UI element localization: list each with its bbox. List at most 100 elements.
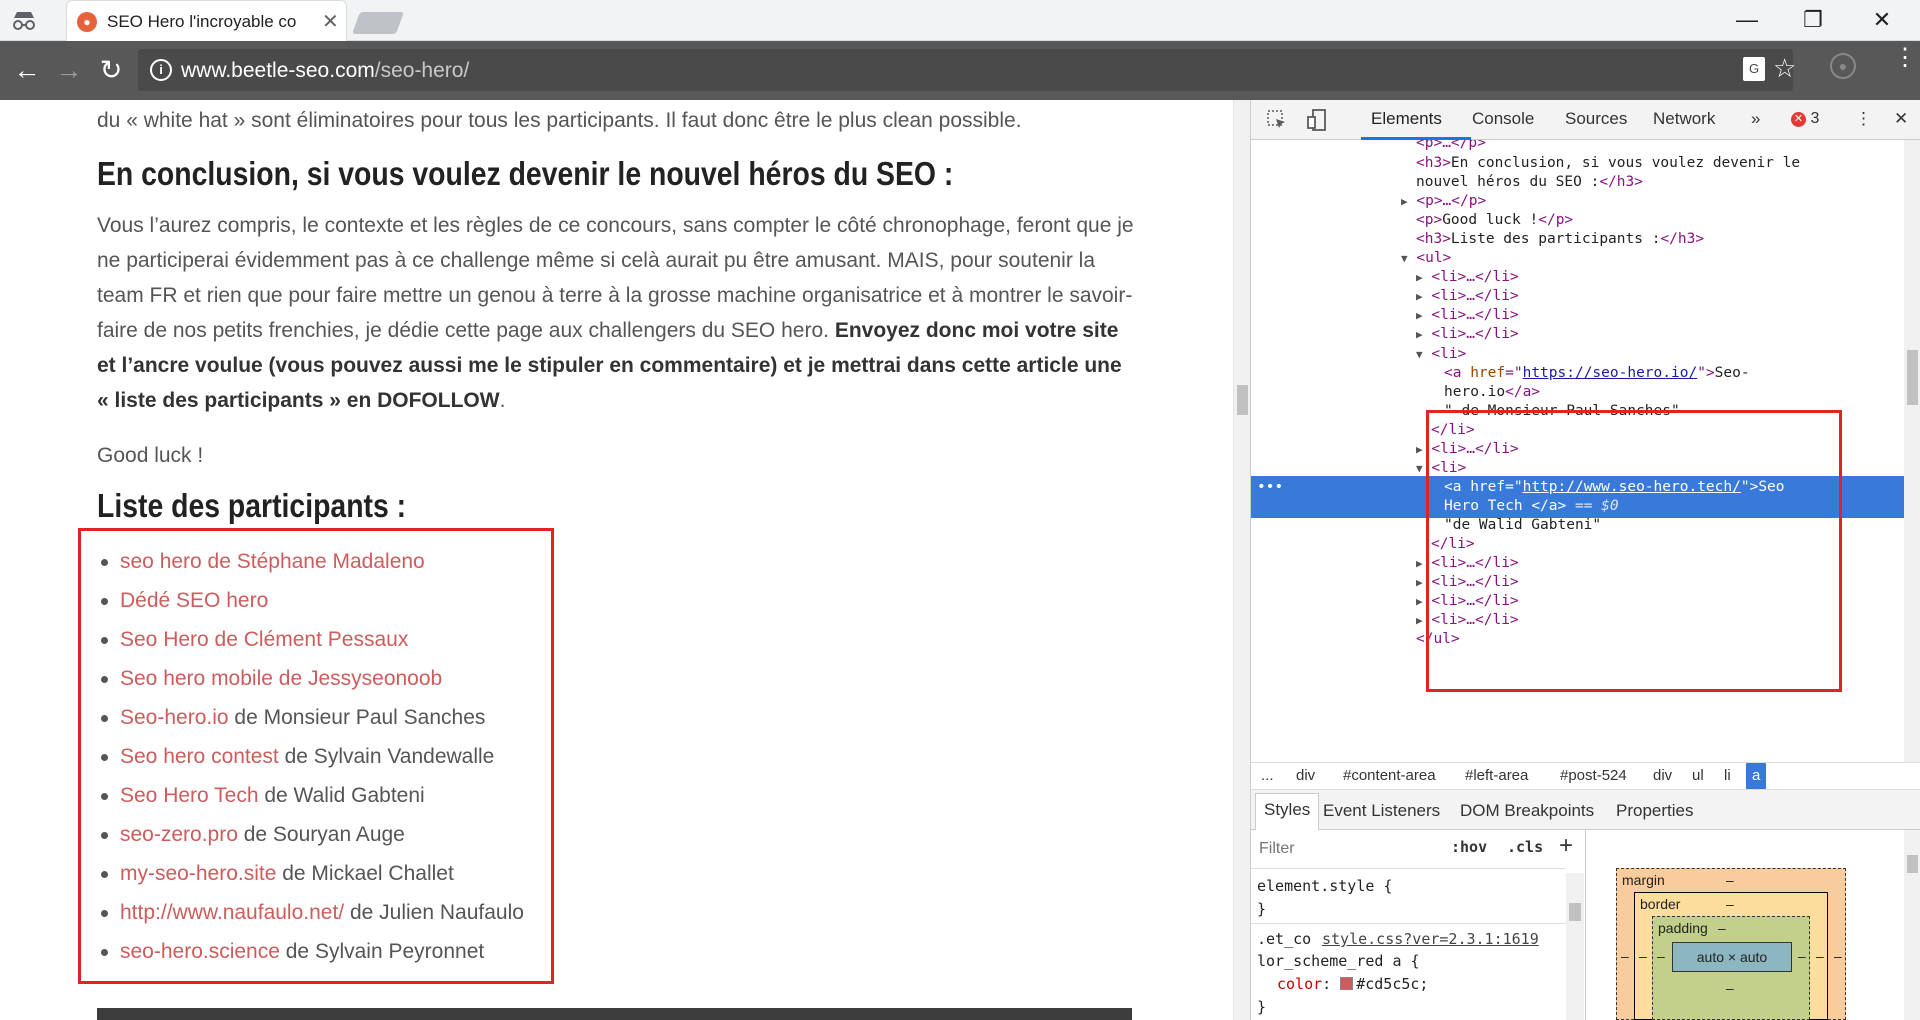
device-toolbar-icon[interactable] bbox=[1305, 108, 1329, 132]
styles-scrollbar[interactable] bbox=[1566, 873, 1584, 1020]
tab-properties[interactable]: Properties bbox=[1616, 801, 1693, 821]
favicon-icon: ● bbox=[77, 12, 97, 32]
breadcrumb: ... div #content-area #left-area #post-5… bbox=[1251, 762, 1920, 790]
dom-selection-marker: == $0 bbox=[1566, 498, 1619, 514]
breadcrumb-item[interactable]: ul bbox=[1692, 767, 1704, 784]
expand-arrow-icon[interactable]: ▶ bbox=[1416, 595, 1423, 608]
styles-filter-input[interactable] bbox=[1259, 840, 1439, 858]
inspect-element-icon[interactable] bbox=[1265, 108, 1289, 132]
dom-attr: href bbox=[1470, 365, 1506, 381]
rule-close-brace: } bbox=[1257, 998, 1267, 1016]
expand-arrow-icon[interactable]: ▶ bbox=[1416, 271, 1423, 284]
tab-console[interactable]: Console bbox=[1472, 109, 1534, 129]
new-tab-button[interactable] bbox=[351, 12, 405, 34]
video-embed[interactable] bbox=[97, 1008, 1132, 1020]
style-declaration[interactable]: color: #cd5c5c; bbox=[1277, 975, 1428, 993]
error-count-badge[interactable]: ✕ 3 bbox=[1791, 110, 1819, 128]
boxmodel-scrollbar[interactable] bbox=[1904, 830, 1920, 1020]
collapse-arrow-icon[interactable]: ▼ bbox=[1416, 462, 1423, 475]
expand-arrow-icon[interactable]: ▶ bbox=[1401, 195, 1408, 208]
forward-button[interactable]: → bbox=[54, 55, 84, 86]
breadcrumb-item[interactable]: ... bbox=[1261, 767, 1274, 784]
dom-href-link[interactable]: http://www.seo-hero.tech/ bbox=[1523, 479, 1741, 495]
url-path: /seo-hero/ bbox=[374, 59, 470, 82]
expand-arrow-icon[interactable]: ▶ bbox=[1416, 290, 1423, 303]
tab-dom-breakpoints[interactable]: DOM Breakpoints bbox=[1460, 801, 1594, 821]
tab-elements[interactable]: Elements bbox=[1371, 109, 1442, 129]
page-scrollbar[interactable] bbox=[1233, 100, 1250, 1020]
dom-scrollbar[interactable] bbox=[1904, 140, 1920, 762]
expand-arrow-icon[interactable]: ▶ bbox=[1416, 309, 1423, 322]
dom-tag: <h3> bbox=[1416, 155, 1451, 171]
breadcrumb-item[interactable]: #left-area bbox=[1465, 767, 1528, 784]
cls-toggle[interactable]: .cls bbox=[1507, 838, 1543, 856]
tab-close-icon[interactable]: ✕ bbox=[322, 9, 339, 34]
dom-tag: <li>…</li> bbox=[1431, 574, 1519, 590]
border-left-value: – bbox=[1639, 948, 1647, 964]
dom-scroll-thumb[interactable] bbox=[1907, 350, 1918, 405]
restore-button[interactable]: ❐ bbox=[1793, 6, 1833, 34]
tab-styles[interactable]: Styles bbox=[1255, 793, 1320, 831]
dom-node[interactable]: </ul> bbox=[1251, 628, 1904, 651]
expand-arrow-icon[interactable]: ▶ bbox=[1416, 328, 1423, 341]
url-host: www.beetle-seo.com bbox=[181, 59, 375, 82]
url-text[interactable]: www.beetle-seo.com/seo-hero/ bbox=[181, 59, 469, 83]
dom-tag: <a bbox=[1444, 365, 1471, 381]
element-style-rule[interactable]: element.style { bbox=[1257, 877, 1392, 895]
collapse-arrow-icon[interactable]: ▼ bbox=[1401, 252, 1408, 265]
breadcrumb-item[interactable]: #content-area bbox=[1343, 767, 1436, 784]
box-model-content[interactable]: auto × auto bbox=[1672, 942, 1792, 972]
breadcrumb-item[interactable]: div bbox=[1653, 767, 1672, 784]
expand-arrow-icon[interactable]: ▶ bbox=[1416, 614, 1423, 627]
heading-conclusion: En conclusion, si vous voulez devenir le… bbox=[97, 155, 954, 192]
color-swatch[interactable] bbox=[1340, 977, 1354, 990]
dom-tag: <p>…</p> bbox=[1416, 140, 1486, 151]
more-tabs-icon[interactable]: » bbox=[1751, 109, 1760, 129]
dom-href-link[interactable]: https://seo-hero.io/ bbox=[1523, 365, 1698, 381]
reload-button[interactable]: ↻ bbox=[96, 55, 126, 86]
dom-tag: <li>…</li> bbox=[1431, 612, 1519, 628]
breadcrumb-item[interactable]: #post-524 bbox=[1560, 767, 1627, 784]
extension-icon[interactable]: ● bbox=[1830, 53, 1856, 79]
expand-arrow-icon[interactable]: ▶ bbox=[1416, 443, 1423, 456]
styles-scroll-thumb[interactable] bbox=[1569, 903, 1581, 921]
dom-tag: <li>…</li> bbox=[1431, 326, 1519, 342]
collapse-arrow-icon[interactable]: ▼ bbox=[1416, 348, 1423, 361]
error-count: 3 bbox=[1810, 110, 1820, 127]
tab-sources[interactable]: Sources bbox=[1565, 109, 1627, 129]
info-icon[interactable]: i bbox=[150, 59, 172, 81]
browser-menu-icon[interactable]: ⋮ bbox=[1893, 46, 1917, 70]
bookmark-star-icon[interactable]: ☆ bbox=[1773, 53, 1796, 84]
expand-arrow-icon[interactable]: ▶ bbox=[1416, 557, 1423, 570]
dom-text: hero.io bbox=[1444, 384, 1506, 400]
intro-text: du « white hat » sont éliminatoires pour… bbox=[97, 109, 1022, 132]
dom-tag: <ul> bbox=[1416, 250, 1452, 266]
rule-selector: lor_scheme_red a { bbox=[1257, 952, 1420, 970]
close-window-button[interactable]: ✕ bbox=[1862, 6, 1902, 34]
browser-tab[interactable]: ● SEO Hero l'incroyable co ✕ bbox=[66, 0, 347, 41]
breadcrumb-item[interactable]: li bbox=[1724, 767, 1731, 784]
dom-tag: </p> bbox=[1538, 212, 1574, 228]
new-style-rule-button[interactable]: + bbox=[1559, 832, 1573, 860]
incognito-icon bbox=[13, 12, 35, 30]
tab-network[interactable]: Network bbox=[1653, 109, 1715, 129]
boxmodel-scroll-thumb[interactable] bbox=[1907, 855, 1918, 873]
devtools-menu-icon[interactable]: ⋮ bbox=[1855, 109, 1872, 129]
translate-icon[interactable]: G bbox=[1743, 57, 1765, 81]
margin-label: margin bbox=[1622, 872, 1665, 888]
tab-event-listeners[interactable]: Event Listeners bbox=[1323, 801, 1440, 821]
stylesheet-link[interactable]: style.css?ver=2.3.1:1619 bbox=[1322, 930, 1539, 948]
rule-close-brace: } bbox=[1257, 900, 1267, 918]
back-button[interactable]: ← bbox=[12, 55, 42, 86]
address-bar[interactable]: i www.beetle-seo.com/seo-hero/ G ☆ bbox=[138, 49, 1796, 91]
breadcrumb-item-active[interactable]: a bbox=[1746, 763, 1767, 789]
hov-toggle[interactable]: :hov bbox=[1451, 838, 1487, 856]
breadcrumb-item[interactable]: div bbox=[1296, 767, 1315, 784]
styles-pane: :hov .cls + element.style { } .et_co sty… bbox=[1251, 830, 1586, 1020]
page-scroll-thumb[interactable] bbox=[1237, 385, 1248, 415]
minimize-button[interactable]: — bbox=[1727, 6, 1767, 34]
box-model-diagram: margin – border – padding – – – – auto ×… bbox=[1586, 830, 1904, 1020]
devtools-panel: Elements Console Sources Network » ✕ 3 ⋮… bbox=[1250, 100, 1920, 1020]
expand-arrow-icon[interactable]: ▶ bbox=[1416, 576, 1423, 589]
devtools-close-icon[interactable]: ✕ bbox=[1894, 109, 1908, 129]
